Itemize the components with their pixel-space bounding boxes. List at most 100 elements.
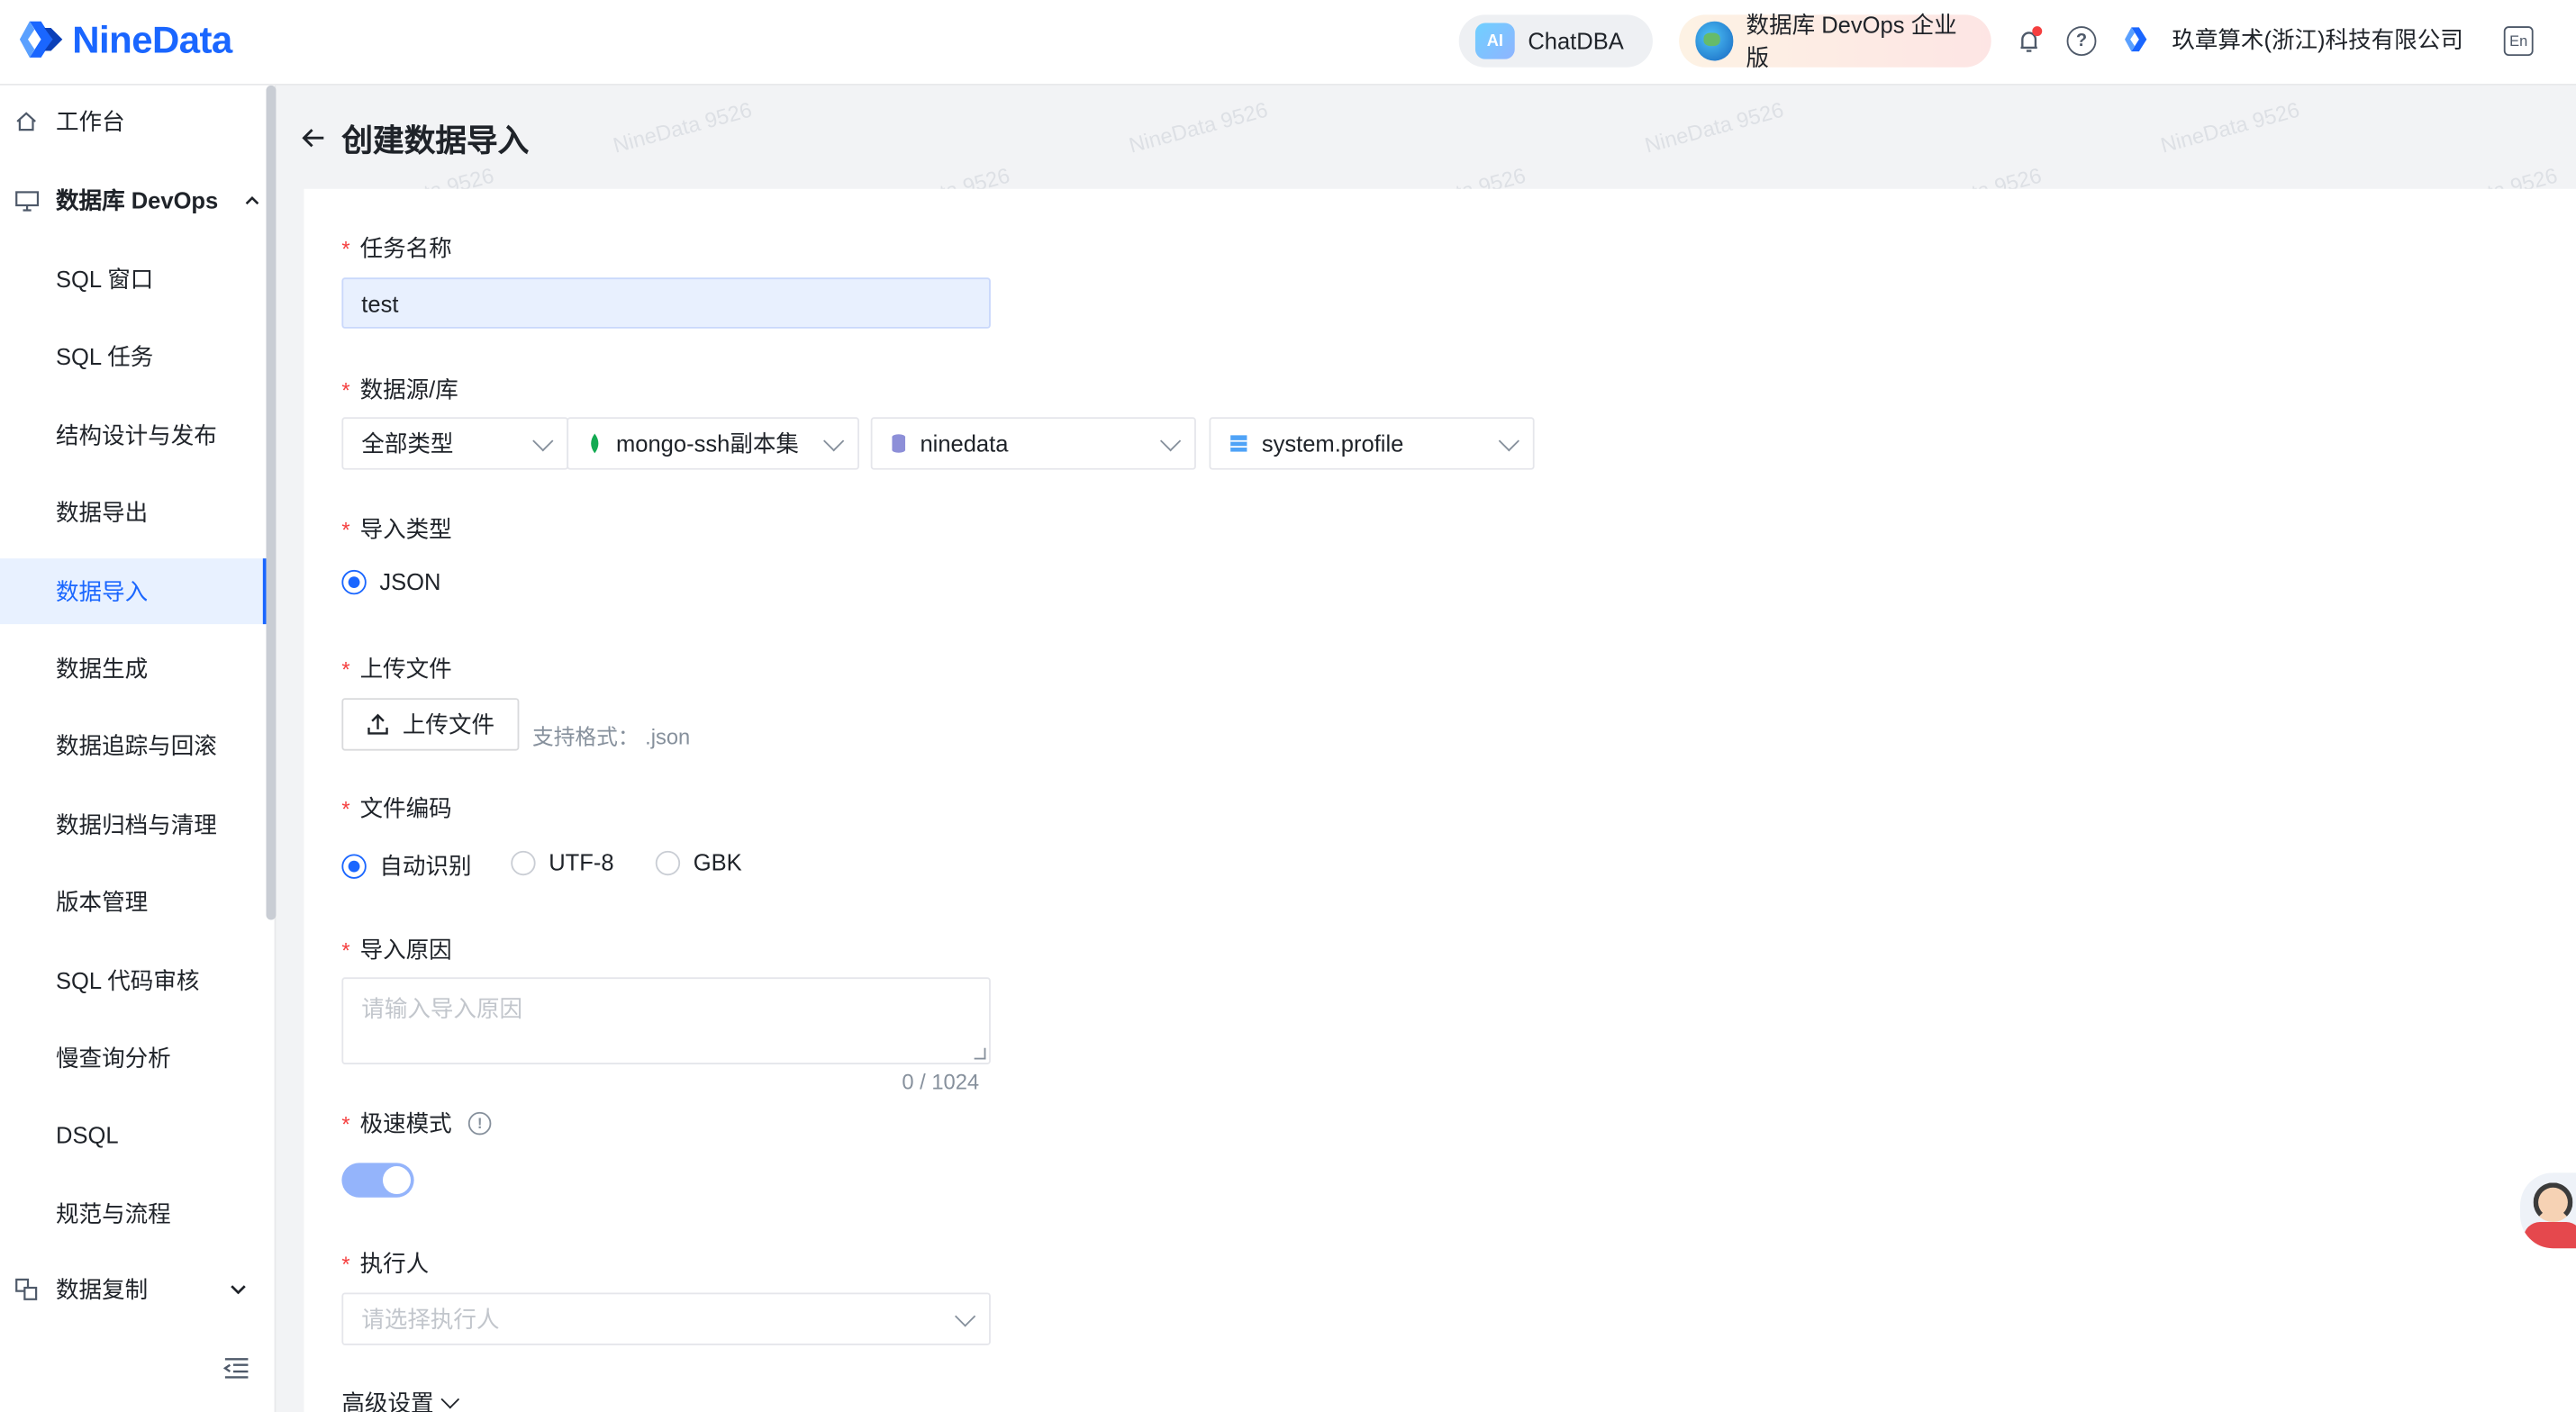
organization-switcher[interactable]: 玖章算术(浙江)科技有限公司 <box>2123 23 2463 56</box>
radio-unchecked-icon <box>511 849 536 875</box>
import-type-json-radio[interactable]: JSON <box>341 568 440 594</box>
sidebar-item[interactable]: 版本管理 <box>0 869 266 935</box>
database-select[interactable]: ninedata <box>870 417 1196 470</box>
radio-checked-icon <box>341 569 367 594</box>
required-mark: * <box>341 1110 350 1136</box>
executor-select[interactable]: 请选择执行人 <box>341 1292 991 1345</box>
assistant-body-icon <box>2523 1222 2576 1249</box>
task-name-label: * 任务名称 <box>341 234 452 262</box>
page-title: 创建数据导入 <box>341 123 530 159</box>
sidebar-item[interactable]: SQL 代码审核 <box>0 947 266 1013</box>
sidebar-group-devops[interactable]: 数据库 DevOps <box>0 164 266 236</box>
required-mark: * <box>341 516 350 542</box>
chevron-down-icon <box>954 1306 976 1327</box>
notification-bell-icon[interactable] <box>2014 26 2044 56</box>
sidebar-item[interactable]: 数据导入 <box>0 557 267 624</box>
upload-label: * 上传文件 <box>341 655 452 682</box>
sidebar-item[interactable]: DSQL <box>0 1103 266 1169</box>
edition-label: 数据库 DevOps 企业版 <box>1746 11 1957 71</box>
collapse-sidebar-icon[interactable] <box>222 1357 253 1387</box>
reason-char-counter: 0 / 1024 <box>902 1069 980 1094</box>
back-arrow-icon[interactable] <box>299 123 329 153</box>
required-mark: * <box>341 795 350 821</box>
advanced-settings-toggle[interactable]: 高级设置 <box>341 1386 460 1412</box>
watermark-text: NineData 9526 <box>2157 96 2302 158</box>
sidebar-item-label: SQL 代码审核 <box>56 966 200 993</box>
sidebar-item[interactable]: SQL 任务 <box>0 324 266 390</box>
import-type-label: * 导入类型 <box>341 515 452 542</box>
logo-text: NineData <box>72 17 232 60</box>
watermark-text: NineData 9526 <box>1126 96 1271 158</box>
datasource-select[interactable]: mongo-ssh副本集 <box>567 417 859 470</box>
logo[interactable]: NineData <box>16 14 232 64</box>
sidebar-item[interactable]: 数据生成 <box>0 636 266 701</box>
reason-textarea[interactable]: 请输入导入原因 <box>341 977 991 1064</box>
watermark-text: NineData 9526 <box>610 96 755 158</box>
upload-file-button[interactable]: 上传文件 <box>341 698 520 751</box>
required-mark: * <box>341 656 350 682</box>
org-logo-icon <box>2125 27 2147 52</box>
notification-dot <box>2032 26 2043 37</box>
sidebar-item[interactable]: 慢查询分析 <box>0 1025 266 1091</box>
collection-select[interactable]: system.profile <box>1209 417 1535 470</box>
required-mark: * <box>341 376 350 402</box>
sidebar-item[interactable]: 数据导出 <box>0 480 266 546</box>
chevron-up-icon <box>244 191 259 209</box>
chevron-down-icon <box>440 1389 460 1409</box>
sidebar-item-label: 数据导出 <box>56 499 149 527</box>
org-name: 玖章算术(浙江)科技有限公司 <box>2172 26 2463 53</box>
sidebar-item-label: 数据归档与清理 <box>56 810 217 837</box>
watermark-text: NineData 9526 <box>1642 96 1787 158</box>
sidebar-item[interactable]: 数据归档与清理 <box>0 792 266 857</box>
sidebar-item[interactable]: 规范与流程 <box>0 1181 266 1246</box>
help-icon[interactable]: ? <box>2066 26 2097 57</box>
fast-mode-toggle[interactable] <box>341 1163 414 1198</box>
chevron-down-icon <box>1498 430 1519 452</box>
page-header: 创建数据导入 <box>299 108 529 167</box>
chevron-down-icon <box>1159 430 1182 452</box>
replication-icon <box>14 1276 40 1302</box>
chevron-down-icon <box>823 430 845 452</box>
datasource-label: * 数据源/库 <box>341 376 458 403</box>
sidebar-group-label: 数据复制 <box>56 1276 149 1303</box>
info-icon[interactable]: ! <box>467 1111 492 1136</box>
reason-placeholder: 请输入导入原因 <box>361 995 523 1022</box>
upload-format-hint: 支持格式： .json <box>531 724 691 749</box>
task-name-input[interactable]: test <box>341 277 991 329</box>
sidebar-item-label: 数据生成 <box>56 655 149 682</box>
language-switch-icon[interactable]: En <box>2503 26 2534 57</box>
ai-robot-icon: AI <box>1474 23 1515 59</box>
home-icon <box>14 108 40 134</box>
reason-label: * 导入原因 <box>341 936 452 963</box>
executor-label: * 执行人 <box>341 1250 430 1277</box>
radio-checked-icon <box>341 853 367 878</box>
sidebar-item-label: 慢查询分析 <box>56 1045 171 1072</box>
encoding-label: * 文件编码 <box>341 794 452 821</box>
assistant-avatar[interactable] <box>2520 1172 2576 1249</box>
chevron-down-icon <box>230 1281 246 1299</box>
chatdba-label: ChatDBA <box>1528 28 1624 55</box>
edition-button[interactable]: 数据库 DevOps 企业版 <box>1679 12 1991 70</box>
encoding-gbk-radio[interactable]: GBK <box>655 849 742 875</box>
fast-mode-label: * 极速模式 ! <box>341 1107 492 1139</box>
assistant-face-icon <box>2533 1182 2573 1223</box>
resize-handle-icon[interactable] <box>974 1047 986 1060</box>
sidebar-item[interactable]: 数据追踪与回滚 <box>0 713 266 779</box>
encoding-auto-radio[interactable]: 自动识别 <box>341 849 471 882</box>
upload-icon <box>367 713 388 735</box>
sidebar-item[interactable]: 结构设计与发布 <box>0 403 266 468</box>
required-mark: * <box>341 937 350 962</box>
chatdba-button[interactable]: AI ChatDBA <box>1458 14 1653 68</box>
sidebar-item-label: 数据追踪与回滚 <box>56 733 217 760</box>
sidebar-group-replication[interactable]: 数据复制 <box>0 1254 266 1326</box>
sidebar-item[interactable]: SQL 窗口 <box>0 247 266 312</box>
sidebar-scrollbar[interactable] <box>266 85 277 920</box>
ninedata-logo-icon <box>19 21 63 58</box>
datasource-type-select[interactable]: 全部类型 <box>341 417 569 470</box>
encoding-utf8-radio[interactable]: UTF-8 <box>511 849 614 875</box>
globe-icon <box>1695 21 1733 61</box>
database-icon <box>892 434 906 453</box>
required-mark: * <box>341 235 350 261</box>
sidebar-item-label: 规范与流程 <box>56 1199 171 1227</box>
sidebar-item-workbench[interactable]: 工作台 <box>0 86 266 158</box>
